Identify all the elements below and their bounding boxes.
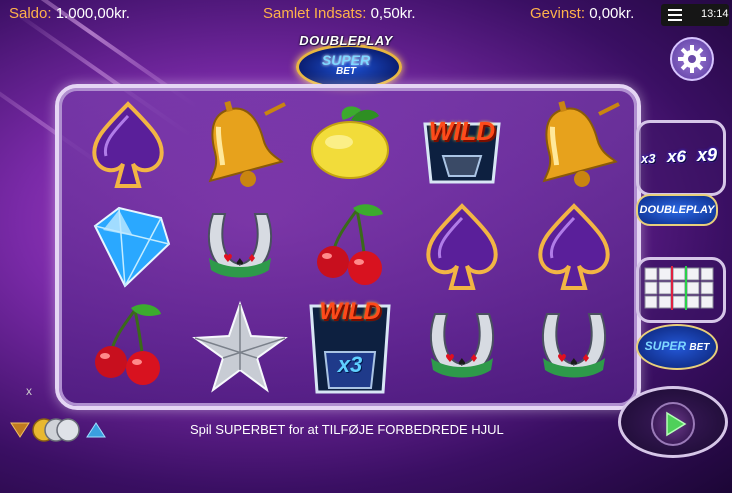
enhanced-reels-button[interactable] [636,257,726,323]
reel-symbol-wild: WILD [407,94,517,194]
bet-controls [10,414,110,444]
superbet-button-bet: BET [689,342,710,353]
win-display: Gevinst: 0,00kr. [530,5,634,22]
system-bar: 13:14 [661,4,729,26]
horseshoe-icon: ♥ ♠ ♦ [429,313,495,378]
cherry-icon [95,304,161,385]
svg-text:♦: ♦ [581,352,591,365]
reel-symbol-star [185,296,295,396]
spade-icon [538,203,610,290]
svg-text:♠: ♠ [457,356,467,369]
reel-symbol-cherry [73,296,183,396]
reel-grid-icon [644,266,714,310]
total-bet-label: Samlet Indsats: [263,5,367,22]
svg-text:♥: ♥ [445,352,455,365]
game-logo: DOUBLEPLAY SUPER BET [290,30,402,90]
multiplier-x9: x9 [697,145,718,165]
diamond-icon [93,206,171,288]
svg-text:♥: ♥ [223,252,233,265]
reel-symbol-horseshoe: ♥ ♠ ♦ [185,196,295,296]
coin-stack-icon[interactable] [32,416,84,444]
lemon-icon [311,106,389,179]
multiplier-x6: x6 [667,147,686,166]
reel-area: WILD ♥ ♠ ♦ WILD x3 ♥ ♠ ♦ ♥ ♠ ♦ [55,84,641,410]
reel-symbol-diamond [73,196,183,296]
svg-text:♦: ♦ [469,352,479,365]
cherry-icon [317,204,383,285]
wild-multiplier-label: x3 [337,352,363,377]
multiplier-panel: x3 x6 x9 [636,120,726,196]
svg-text:♥: ♥ [557,352,567,365]
wild-label: WILD [428,116,496,146]
reel-symbol-horseshoe: ♥ ♠ ♦ [407,296,517,396]
play-icon [666,411,687,437]
superbet-button-super: SUPER [644,339,686,353]
spin-button-frame [618,386,728,458]
balance-display: Saldo: 1.000,00kr. [9,5,130,22]
star-icon [192,300,288,393]
balance-value: 1.000,00kr. [55,5,130,22]
arrow-down-icon[interactable] [10,422,30,438]
reel-symbol-bell [185,94,295,194]
svg-text:♦: ♦ [247,252,257,265]
spade-icon [92,101,164,188]
wild-label: WILD [319,298,381,325]
svg-text:♠: ♠ [235,256,245,269]
total-bet-display: Samlet Indsats: 0,50kr. [263,5,416,22]
top-bar: Saldo: 1.000,00kr. Samlet Indsats: 0,50k… [0,0,732,30]
arrow-up-icon[interactable] [86,422,106,438]
gear-icon [678,45,706,73]
clock: 13:14 [701,8,729,20]
reel-symbol-cherry [295,196,405,296]
reel-symbol-horseshoe: ♥ ♠ ♦ [519,296,629,396]
bell-icon [208,100,286,187]
settings-button[interactable] [670,37,714,81]
reel-symbol-wild-x3: WILD x3 [295,296,405,396]
svg-text:♠: ♠ [569,356,579,369]
win-value: 0,00kr. [589,5,635,22]
horseshoe-icon: ♥ ♠ ♦ [207,213,273,278]
reel-symbol-bell [519,94,629,194]
spade-icon [426,203,498,290]
doubleplay-button[interactable]: DOUBLEPLAY [636,194,718,226]
close-button[interactable]: x [26,384,32,398]
reel-symbol-spade [519,196,629,296]
promo-message: Spil SUPERBET for at TILFØJE FORBEDREDE … [190,422,504,437]
bell-icon [542,100,620,187]
reel-symbol-spade [407,196,517,296]
balance-label: Saldo: [9,5,52,22]
spin-button[interactable] [651,402,695,446]
win-label: Gevinst: [530,5,586,22]
hamburger-icon[interactable] [668,9,682,21]
logo-doubleplay-text: DOUBLEPLAY [299,33,393,48]
total-bet-value: 0,50kr. [370,5,416,22]
reel-symbol-lemon [295,94,405,194]
reel-symbol-spade [73,94,183,194]
superbet-button[interactable]: SUPER BET [636,324,718,370]
multiplier-x3: x3 [641,151,656,166]
logo-bet-text: BET [336,66,356,77]
horseshoe-icon: ♥ ♠ ♦ [541,313,607,378]
